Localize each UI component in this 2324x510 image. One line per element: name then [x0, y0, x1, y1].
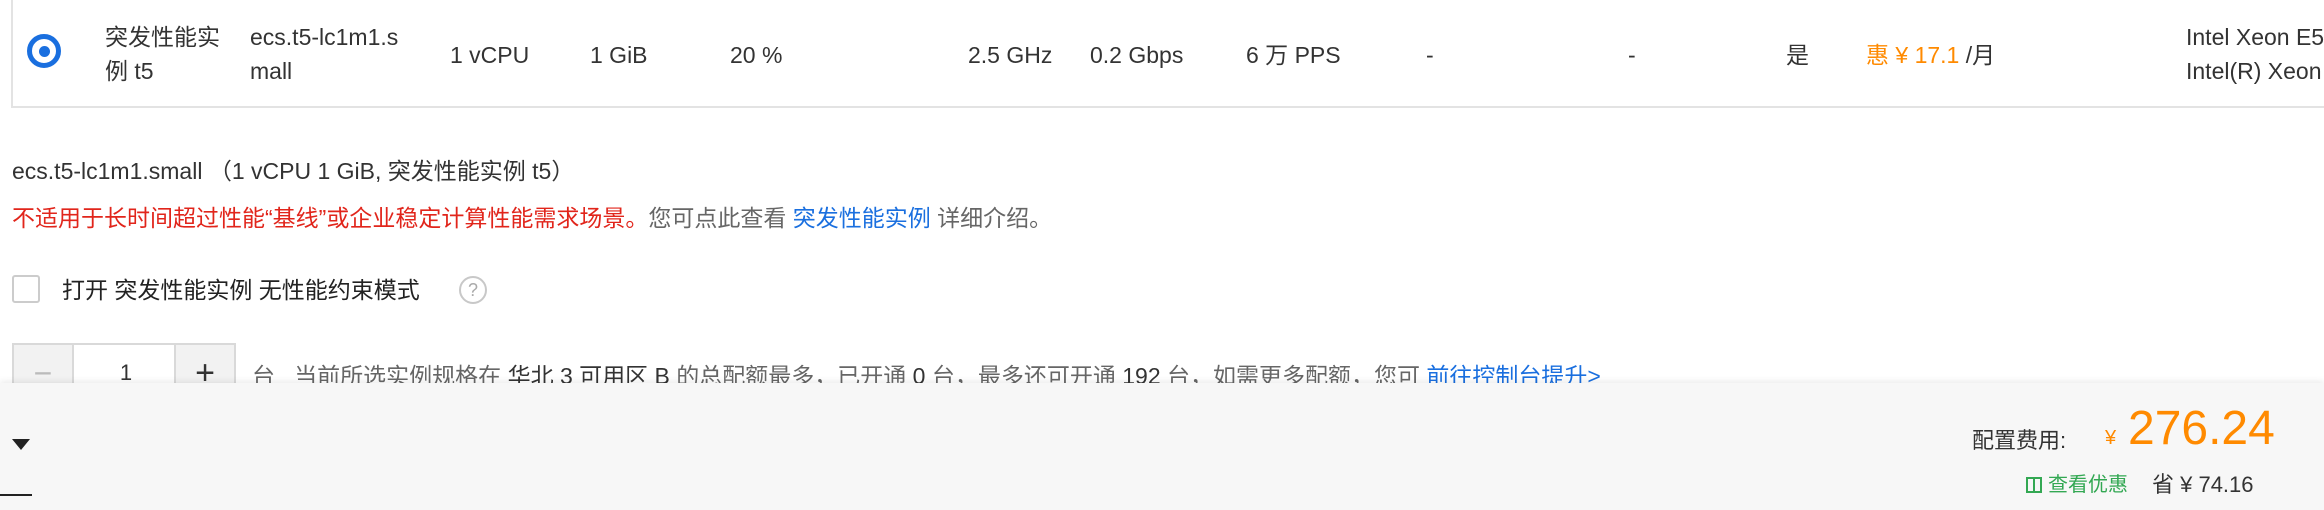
instance-price-value: 惠 ¥ 17.1	[1866, 42, 1960, 68]
instance-spec: ecs.t5-lc1m1.small	[250, 24, 399, 84]
cpu-model-line1: Intel Xeon E5	[2186, 24, 2324, 50]
burstable-intro-link[interactable]: 突发性能实例	[793, 205, 931, 231]
gift-icon	[2026, 477, 2042, 493]
instance-price-unit: /月	[1959, 42, 1996, 68]
burstable-warning: 不适用于长时间超过性能“基线”或企业稳定计算性能需求场景。您可点此查看 突发性能…	[12, 199, 1052, 233]
view-discount-label: 查看优惠	[2048, 474, 2128, 496]
instance-family: 突发性能实例 t5	[105, 24, 220, 84]
instance-bandwidth: 0.2 Gbps	[1090, 42, 1184, 68]
unlimited-mode-label[interactable]: 打开 突发性能实例 无性能约束模式	[62, 275, 420, 305]
instance-baseline: 20 %	[730, 42, 783, 68]
view-discount-link[interactable]: 查看优惠	[2026, 468, 2128, 497]
instance-cpu-model: Intel Xeon E5 Intel(R) Xeon	[2186, 20, 2324, 88]
instance-io-optimized: 是	[1786, 42, 1809, 68]
instance-memory: 1 GiB	[590, 42, 648, 68]
help-icon[interactable]: ?	[459, 276, 487, 304]
instance-radio-selected[interactable]	[27, 34, 61, 68]
fee-currency: ¥	[2105, 427, 2117, 449]
instance-col-a: -	[1426, 42, 1434, 68]
fee-amount: 276.24	[2128, 402, 2275, 455]
instance-pps: 6 万 PPS	[1246, 42, 1341, 68]
warning-tail: 详细介绍。	[930, 205, 1053, 231]
config-fee-label: 配置费用:	[1972, 428, 2067, 453]
warning-text: 不适用于长时间超过性能“基线”或企业稳定计算性能需求场景。	[12, 205, 649, 231]
instance-clock: 2.5 GHz	[968, 42, 1053, 68]
savings-amount: 省 ¥ 74.16	[2152, 472, 2254, 497]
ecs-purchase-page: 突发性能实例 t5 ecs.t5-lc1m1.small 1 vCPU 1 Gi…	[0, 0, 2324, 510]
instance-price: 惠 ¥ 17.1 /月	[1866, 38, 1995, 72]
divider	[0, 494, 32, 496]
instance-col-b: -	[1628, 42, 1636, 68]
price-footer-bar: 配置费用: ¥ 276.24 查看优惠 省 ¥ 74.16	[0, 383, 2324, 510]
warning-hint: 您可点此查看	[648, 205, 793, 231]
caret-down-icon[interactable]	[12, 439, 30, 450]
unlimited-mode-checkbox[interactable]	[12, 275, 40, 303]
instance-vcpu: 1 vCPU	[450, 42, 530, 68]
cpu-model-line2: Intel(R) Xeon	[2186, 58, 2322, 84]
selected-spec-summary: ecs.t5-lc1m1.small （1 vCPU 1 GiB, 突发性能实例…	[12, 158, 575, 184]
